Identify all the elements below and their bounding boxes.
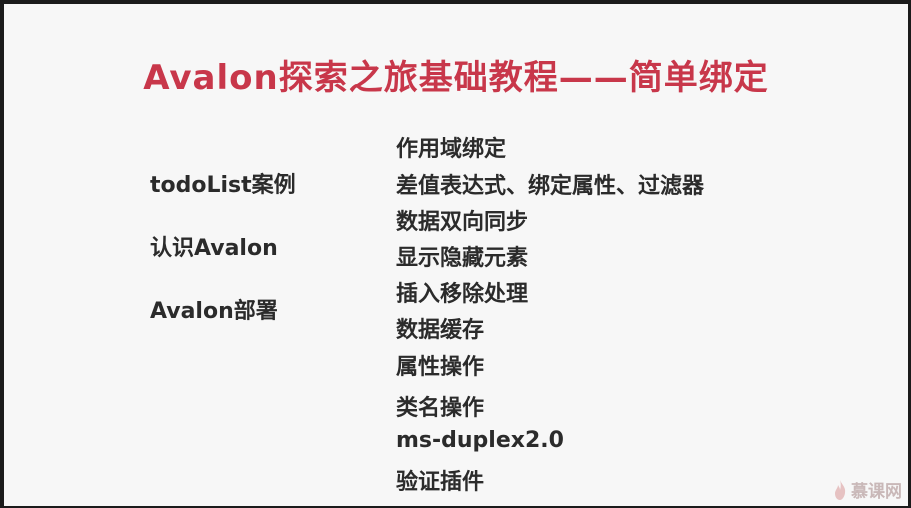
topic-todolist: todoList案例 xyxy=(150,173,296,198)
subtopic-validation-plugin: 验证插件 xyxy=(396,470,485,495)
slide: Avalon探索之旅基础教程——简单绑定 todoList案例 认识Avalon… xyxy=(4,4,908,506)
subtopic-scope-binding: 作用域绑定 xyxy=(396,137,507,162)
subtopic-attr-ops: 属性操作 xyxy=(396,355,485,380)
subtopic-insert-remove: 插入移除处理 xyxy=(396,282,529,307)
subtopic-two-way-sync: 数据双向同步 xyxy=(396,210,529,235)
slide-title: Avalon探索之旅基础教程——简单绑定 xyxy=(143,58,769,98)
subtopic-data-cache: 数据缓存 xyxy=(396,318,485,343)
flame-logo-icon xyxy=(835,479,846,500)
subtopic-interpolation: 差值表达式、绑定属性、过滤器 xyxy=(396,174,705,199)
subtopic-class-ops: 类名操作 xyxy=(396,396,485,421)
subtopic-show-hide: 显示隐藏元素 xyxy=(396,246,529,271)
topic-deploy-avalon: Avalon部署 xyxy=(150,299,278,324)
subtopic-ms-duplex: ms-duplex2.0 xyxy=(396,428,564,453)
watermark-text: 慕课网 xyxy=(851,482,902,502)
topic-intro-avalon: 认识Avalon xyxy=(150,236,278,261)
watermark: 慕课网 xyxy=(833,477,902,502)
